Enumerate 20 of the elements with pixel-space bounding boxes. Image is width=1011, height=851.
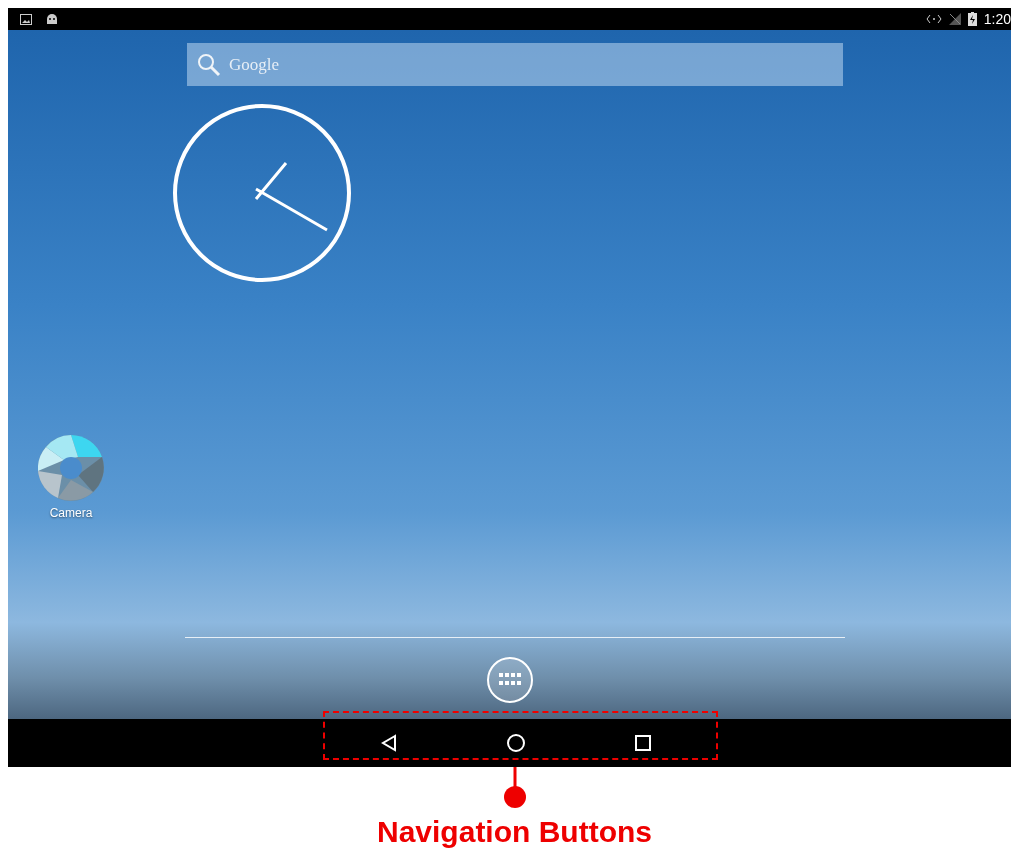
search-field[interactable]: Google (187, 43, 843, 86)
app-label[interactable]: Camera (49, 506, 93, 520)
recents-icon (634, 735, 651, 751)
battery-charging-icon (967, 12, 977, 26)
grid-dots-icon (498, 673, 521, 687)
search-placeholder: Google (229, 54, 280, 75)
image-icon (20, 13, 32, 25)
home-icon (505, 733, 526, 753)
app-drawer-button[interactable] (486, 657, 533, 703)
aperture-icon[interactable] (38, 435, 104, 501)
clock-time: 1:20 (983, 11, 1011, 27)
search-icon (197, 52, 221, 77)
leader-line (502, 767, 527, 809)
annotation-label: Navigation Buttons (377, 815, 652, 849)
analog-clock-icon (172, 103, 352, 283)
data-sync-icon (925, 14, 942, 24)
no-signal-icon (948, 13, 961, 25)
back-icon (379, 734, 398, 752)
home-button[interactable] (504, 732, 527, 754)
robot-icon (46, 13, 58, 25)
